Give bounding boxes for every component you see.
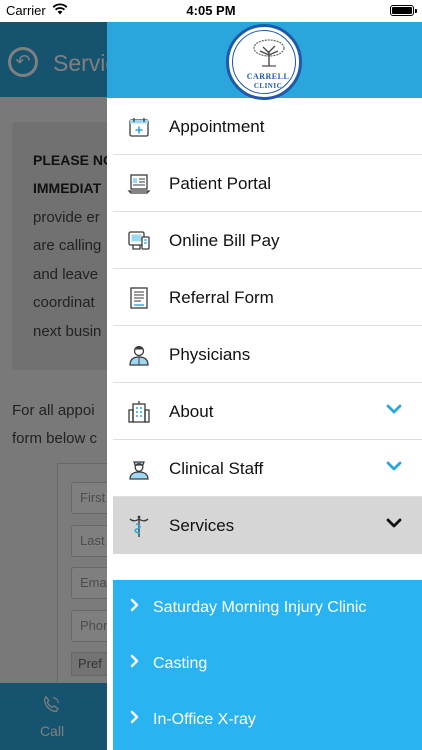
chevron-down-icon[interactable] (386, 517, 402, 529)
menu-item-label: Online Bill Pay (169, 231, 280, 250)
chevron-right-icon (130, 598, 139, 612)
chevron-down-icon[interactable] (386, 403, 402, 415)
logo-ring: CARRELL CLINIC (232, 30, 296, 94)
status-bar: Carrier 4:05 PM (0, 0, 422, 22)
caduceus-icon (129, 515, 149, 537)
menu-item-patient-portal[interactable]: Patient Portal (113, 155, 422, 212)
document-icon (130, 287, 148, 309)
submenu-item-label: Saturday Morning Injury Clinic (153, 599, 367, 616)
chevron-down-icon[interactable] (386, 460, 402, 472)
calendar-plus-icon (129, 118, 149, 137)
doctor-icon (129, 345, 149, 366)
logo-text: CLINIC (253, 82, 283, 90)
logo-text: CARRELL (246, 72, 290, 81)
menu-item-label: Appointment (169, 117, 265, 136)
menu-item-label: Clinical Staff (169, 459, 264, 478)
submenu-item-saturday-injury-clinic[interactable]: Saturday Morning Injury Clinic (113, 580, 422, 636)
battery-icon (390, 5, 417, 16)
menu-item-about[interactable]: About (113, 383, 422, 440)
submenu-item-label: Casting (153, 655, 208, 672)
menu-item-services[interactable]: Services (113, 497, 422, 554)
submenu-item-in-office-xray[interactable]: In-Office X-ray (113, 692, 422, 748)
laptop-icon (127, 174, 151, 194)
menu-item-online-bill-pay[interactable]: Online Bill Pay (113, 212, 422, 269)
chevron-right-icon (130, 710, 139, 724)
clinic-logo: CARRELL CLINIC (226, 24, 302, 100)
drawer-menu: Appointment Patient Portal Online Bill P… (107, 98, 422, 554)
menu-item-label: About (169, 402, 214, 421)
menu-item-label: Physicians (169, 345, 251, 364)
menu-item-clinical-staff[interactable]: Clinical Staff (113, 440, 422, 497)
nurse-icon (129, 461, 149, 480)
screen: Carrier 4:05 PM ↶ Servic PLEASE NO IMMED… (0, 0, 422, 750)
nav-drawer: CARRELL CLINIC Appointment Patient Porta… (107, 22, 422, 750)
submenu-item-casting[interactable]: Casting (113, 636, 422, 692)
menu-item-referral-form[interactable]: Referral Form (113, 269, 422, 326)
submenu-item-label: In-Office X-ray (153, 711, 256, 728)
clock: 4:05 PM (186, 3, 236, 18)
bill-pay-icon (128, 231, 150, 250)
chevron-right-icon (130, 654, 139, 668)
menu-item-physicians[interactable]: Physicians (113, 326, 422, 383)
services-submenu: Saturday Morning Injury Clinic Casting I… (113, 580, 422, 750)
menu-item-appointment[interactable]: Appointment (113, 98, 422, 155)
menu-item-label: Patient Portal (169, 174, 272, 193)
menu-item-label: Referral Form (169, 288, 274, 307)
tree-icon (253, 39, 285, 67)
building-icon (128, 401, 150, 423)
menu-item-label: Services (169, 516, 235, 535)
